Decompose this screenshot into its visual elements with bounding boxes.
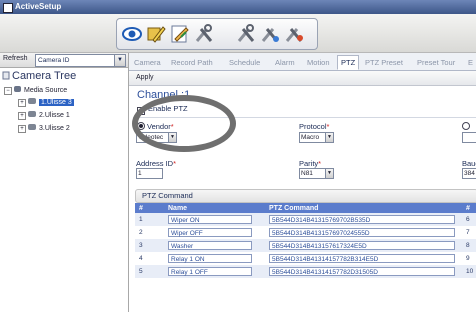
row-number: 9 bbox=[462, 252, 476, 265]
command-name-input[interactable]: Wiper OFF bbox=[168, 228, 252, 237]
command-value-input[interactable]: 5B544D314B41314157782D31505D bbox=[269, 267, 455, 276]
row-number: 2 bbox=[135, 226, 164, 239]
baud-label: Baud bbox=[462, 159, 476, 168]
camera-tree-icon bbox=[2, 71, 10, 80]
tab-bar: Camera Record Path Schedule Alarm Motion… bbox=[129, 53, 476, 71]
tab-camera[interactable]: Camera bbox=[131, 56, 164, 69]
table-row: 4 Relay 1 ON 5B544D314B41314157782B314E5… bbox=[135, 252, 476, 265]
expand-icon[interactable]: + bbox=[18, 125, 26, 133]
pencil-icon[interactable] bbox=[145, 23, 167, 45]
command-value-input[interactable]: 5B544D314B413157697024555D bbox=[269, 228, 455, 237]
radio-icon[interactable] bbox=[462, 122, 470, 130]
column-header: # bbox=[135, 203, 164, 213]
address-id-input[interactable]: 1 bbox=[136, 168, 163, 179]
camera-icon bbox=[28, 124, 36, 130]
chevron-down-icon[interactable]: ▼ bbox=[325, 133, 333, 142]
row-number: 3 bbox=[135, 239, 164, 252]
command-value-input[interactable]: 5B544D314B41314157782B314E5D bbox=[269, 254, 455, 263]
radio-option[interactable] bbox=[462, 122, 472, 131]
tab-more[interactable]: E bbox=[465, 56, 476, 69]
tab-record-path[interactable]: Record Path bbox=[168, 56, 216, 69]
protocol-select[interactable]: Macro ▼ bbox=[299, 132, 334, 143]
toolbar-group bbox=[116, 18, 318, 50]
ptz-command-table: # Name PTZ Command # 1 Wiper ON 5B544D31… bbox=[135, 203, 476, 278]
toolbar bbox=[0, 14, 476, 53]
command-name-input[interactable]: Relay 1 OFF bbox=[168, 267, 252, 276]
row-number: 4 bbox=[135, 252, 164, 265]
parity-select[interactable]: N81 ▼ bbox=[299, 168, 334, 179]
camera-tree-title: Camera Tree bbox=[2, 70, 76, 82]
tab-motion[interactable]: Motion bbox=[304, 56, 333, 69]
refresh-bar: Refresh Camera ID ▼ bbox=[0, 53, 128, 68]
tab-schedule[interactable]: Schedule bbox=[226, 56, 263, 69]
tools-icon[interactable] bbox=[193, 23, 215, 45]
table-row: 2 Wiper OFF 5B544D314B413157697024555D 7 bbox=[135, 226, 476, 239]
ptz-command-header: PTZ Command bbox=[135, 189, 476, 203]
row-number: 6 bbox=[462, 213, 476, 226]
refresh-button[interactable]: Refresh bbox=[3, 55, 28, 62]
command-name-input[interactable]: Wiper ON bbox=[168, 215, 252, 224]
row-number: 1 bbox=[135, 213, 164, 226]
media-source-icon bbox=[14, 86, 21, 92]
tools-network-icon[interactable] bbox=[259, 23, 281, 45]
tree-node-camera[interactable]: +3.Ulisse 2 bbox=[18, 124, 70, 133]
tree-node-camera[interactable]: +2.Ulisse 1 bbox=[18, 111, 70, 120]
row-number: 7 bbox=[462, 226, 476, 239]
camera-icon bbox=[28, 98, 36, 104]
command-value-input[interactable]: 5B544D314B41315769702B535D bbox=[269, 215, 455, 224]
baud-input[interactable]: 384 bbox=[462, 168, 476, 179]
table-row: 5 Relay 1 OFF 5B544D314B41314157782D3150… bbox=[135, 265, 476, 278]
tools-user-icon[interactable] bbox=[283, 23, 305, 45]
apply-button[interactable]: Apply bbox=[136, 74, 154, 81]
command-value-input[interactable]: 5B544D314B413157617324E5D bbox=[269, 241, 455, 250]
protocol-label: Protocol* bbox=[299, 122, 330, 131]
edit-document-icon[interactable] bbox=[169, 23, 191, 45]
tree-node-camera[interactable]: +1.Ulisse 3 bbox=[18, 98, 74, 107]
sort-select[interactable]: Camera ID ▼ bbox=[35, 54, 126, 67]
tab-preset-tour[interactable]: Preset Tour bbox=[414, 56, 458, 69]
chevron-down-icon[interactable]: ▼ bbox=[114, 55, 125, 66]
app-title: ActiveSetup bbox=[15, 2, 62, 11]
tab-ptz-preset[interactable]: PTZ Preset bbox=[362, 56, 406, 69]
expand-icon[interactable]: + bbox=[18, 112, 26, 120]
column-header: PTZ Command bbox=[265, 203, 462, 213]
command-name-input[interactable]: Washer bbox=[168, 241, 252, 250]
command-name-input[interactable]: Relay 1 ON bbox=[168, 254, 252, 263]
parity-label: Parity* bbox=[299, 159, 322, 168]
row-number: 10 bbox=[462, 265, 476, 278]
tree-node-media-source[interactable]: − Media Source bbox=[4, 86, 67, 95]
apply-bar: Apply bbox=[129, 71, 476, 86]
camera-tree-pane: Refresh Camera ID ▼ Camera Tree − Media S… bbox=[0, 53, 129, 312]
tab-ptz[interactable]: PTZ bbox=[337, 55, 360, 70]
row-number: 5 bbox=[135, 265, 164, 278]
sort-select-value: Camera ID bbox=[38, 57, 70, 64]
address-label: Address ID* bbox=[136, 159, 177, 168]
title-bar: ActiveSetup bbox=[0, 0, 476, 14]
expand-icon[interactable]: + bbox=[18, 99, 26, 107]
view-eye-icon[interactable] bbox=[121, 23, 143, 45]
table-row: 1 Wiper ON 5B544D314B41315769702B535D 6 bbox=[135, 213, 476, 226]
row-number: 8 bbox=[462, 239, 476, 252]
column-header: # bbox=[462, 203, 476, 213]
option-field[interactable] bbox=[462, 132, 476, 143]
column-header: Name bbox=[164, 203, 265, 213]
highlight-circle bbox=[132, 95, 236, 152]
collapse-icon[interactable]: − bbox=[4, 87, 12, 95]
app-icon bbox=[3, 3, 13, 13]
table-row: 3 Washer 5B544D314B413157617324E5D 8 bbox=[135, 239, 476, 252]
camera-icon bbox=[28, 111, 36, 117]
tools-settings-icon[interactable] bbox=[235, 23, 257, 45]
tab-alarm[interactable]: Alarm bbox=[272, 56, 298, 69]
chevron-down-icon[interactable]: ▼ bbox=[325, 169, 333, 178]
settings-pane: Camera Record Path Schedule Alarm Motion… bbox=[129, 53, 476, 312]
